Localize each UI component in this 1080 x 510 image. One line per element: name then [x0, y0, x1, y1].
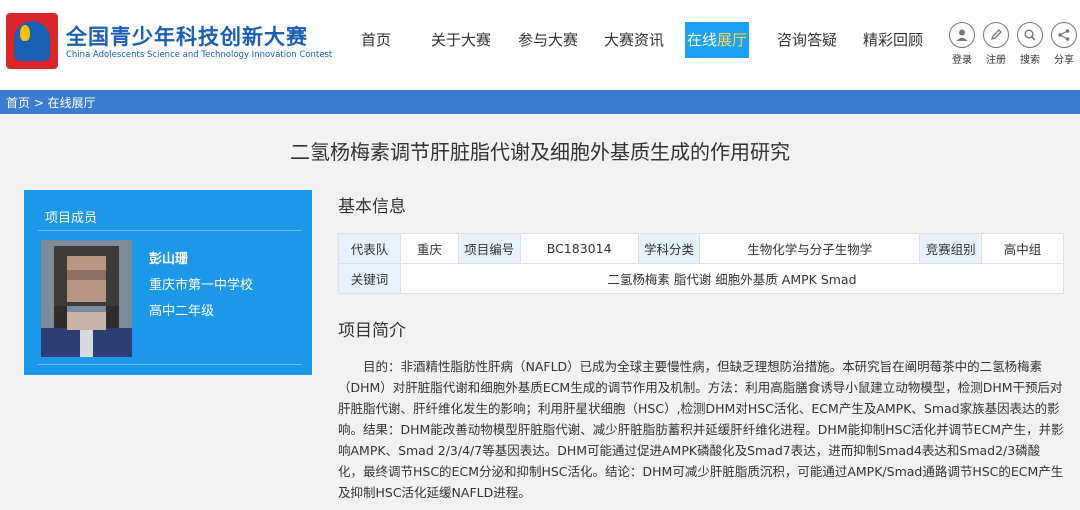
search-button[interactable]: 搜索	[1014, 22, 1046, 66]
login-label: 登录	[952, 55, 972, 66]
breadcrumb[interactable]: 首页 > 在线展厅	[6, 94, 96, 111]
abstract-text: 目的：非酒精性脂肪性肝病（NAFLD）已成为全球主要慢性病，但缺乏理想防治措施。…	[338, 359, 1064, 500]
members-heading: 项目成员	[45, 211, 98, 226]
group-value: 高中组	[981, 233, 1064, 264]
members-panel: 项目成员 彭山珊 重庆市第一中学校 高中二年级	[24, 190, 312, 375]
subject-value: 生物化学与分子生物学	[699, 233, 921, 264]
abstract-heading: 项目简介	[338, 321, 406, 341]
login-button[interactable]: 登录	[946, 22, 978, 66]
team-label: 代表队	[338, 233, 401, 264]
site-subtitle: China Adolescents Science and Technology…	[66, 50, 333, 60]
table-row: 代表队 重庆 项目编号 BC183014 学科分类 生物化学与分子生物学 竞赛组…	[338, 233, 1064, 264]
nav-home[interactable]: 首页	[361, 22, 391, 58]
site-title[interactable]: 全国青少年科技创新大赛	[66, 21, 308, 51]
members-divider-bottom	[38, 364, 302, 365]
site-header: 全国青少年科技创新大赛 China Adolescents Science an…	[0, 0, 1080, 90]
project-id-value: BC183014	[519, 233, 639, 264]
nav-about[interactable]: 关于大赛	[431, 22, 491, 58]
logo-emblem	[14, 21, 50, 61]
basic-info-heading: 基本信息	[338, 197, 406, 217]
nav-faq[interactable]: 咨询答疑	[777, 22, 837, 58]
page-title: 二氢杨梅素调节肝脏脂代谢及细胞外基质生成的作用研究	[290, 140, 790, 164]
nav-online-exhibition-part2: 展厅	[717, 31, 748, 49]
share-button[interactable]: 分享	[1048, 22, 1080, 66]
project-id-label: 项目编号	[457, 233, 521, 264]
project-abstract: 目的：非酒精性脂肪性肝病（NAFLD）已成为全球主要慢性病，但缺乏理想防治措施。…	[338, 356, 1064, 503]
breadcrumb-bar: 首页 > 在线展厅	[0, 90, 1080, 114]
nav-online-exhibition[interactable]: 在线展厅	[685, 22, 750, 58]
team-value: 重庆	[399, 233, 459, 264]
site-logo[interactable]	[6, 13, 58, 69]
register-button[interactable]: 注册	[980, 22, 1012, 66]
members-divider-top	[38, 230, 302, 231]
keywords-label: 关键词	[338, 263, 401, 294]
member-avatar	[41, 240, 132, 357]
table-row: 关键词 二氢杨梅素 脂代谢 细胞外基质 AMPK Smad	[338, 263, 1065, 294]
nav-participate[interactable]: 参与大赛	[518, 22, 578, 58]
subject-label: 学科分类	[637, 233, 701, 264]
share-icon	[1051, 22, 1077, 48]
member-grade: 高中二年级	[149, 304, 215, 319]
search-label: 搜索	[1020, 55, 1040, 66]
register-label: 注册	[986, 55, 1006, 66]
group-label: 竞赛组别	[919, 233, 983, 264]
share-label: 分享	[1054, 55, 1074, 66]
keywords-value: 二氢杨梅素 脂代谢 细胞外基质 AMPK Smad	[399, 263, 1065, 294]
user-icon	[949, 22, 975, 48]
nav-news[interactable]: 大赛资讯	[604, 22, 664, 58]
project-content: 二氢杨梅素调节肝脏脂代谢及细胞外基质生成的作用研究 项目成员 彭山珊 重庆市第一…	[0, 114, 1080, 510]
member-name: 彭山珊	[149, 252, 189, 267]
nav-online-exhibition-part1: 在线	[687, 31, 718, 49]
basic-info-table: 代表队 重庆 项目编号 BC183014 学科分类 生物化学与分子生物学 竞赛组…	[338, 233, 1065, 294]
pencil-icon	[983, 22, 1009, 48]
logo-flame-icon	[20, 25, 30, 41]
member-school: 重庆市第一中学校	[149, 278, 254, 293]
search-icon	[1017, 22, 1043, 48]
nav-review[interactable]: 精彩回顾	[863, 22, 923, 58]
